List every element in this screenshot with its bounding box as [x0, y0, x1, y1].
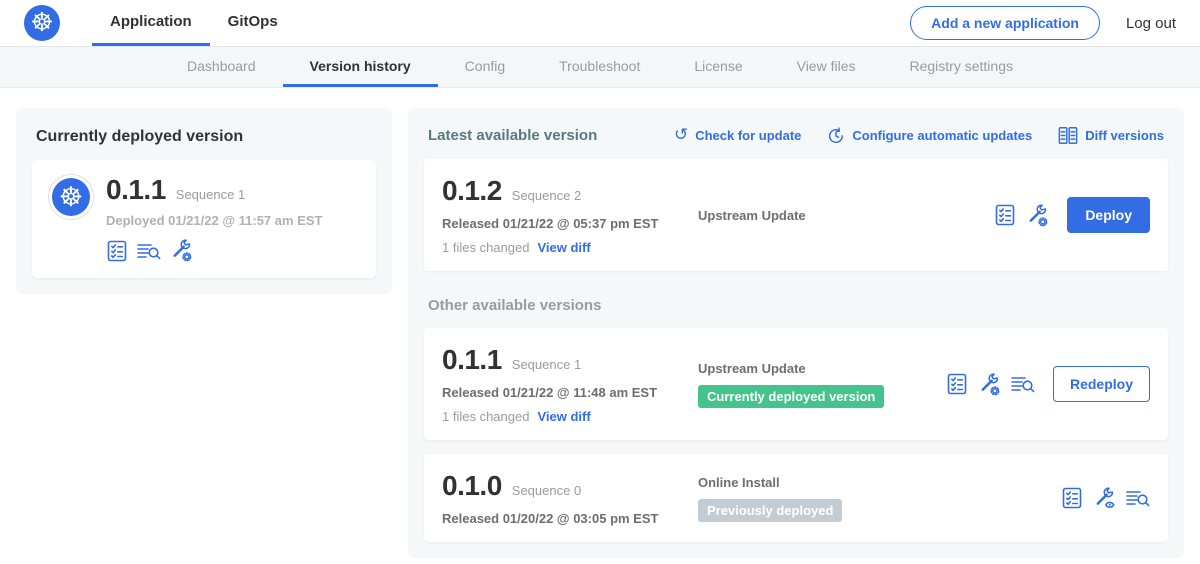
- check-for-update-link[interactable]: ↺ Check for update: [674, 127, 801, 144]
- version-card-0-1-2: 0.1.2 Sequence 2 Released 01/21/22 @ 05:…: [424, 159, 1168, 271]
- view-diff-link[interactable]: View diff: [537, 409, 590, 424]
- tab-license-label: License: [694, 58, 742, 74]
- topnav-tab-application-label: Application: [110, 13, 192, 30]
- files-changed-count: 1 files changed: [442, 409, 529, 424]
- released-timestamp: Released 01/21/22 @ 11:48 am EST: [442, 385, 698, 400]
- version-card-0-1-0: 0.1.0 Sequence 0 Released 01/20/22 @ 03:…: [424, 454, 1168, 542]
- view-diff-link[interactable]: View diff: [537, 240, 590, 255]
- app-icon: ☸: [48, 174, 94, 220]
- tab-troubleshoot[interactable]: Troubleshoot: [532, 47, 667, 87]
- preflight-checklist-icon[interactable]: [946, 373, 968, 395]
- deployed-sequence-label: Sequence 1: [176, 187, 245, 202]
- released-timestamp: Released 01/20/22 @ 03:05 pm EST: [442, 511, 698, 526]
- tab-dashboard-label: Dashboard: [187, 58, 256, 74]
- sequence-label: Sequence 0: [512, 483, 581, 498]
- clock-refresh-icon: [827, 127, 845, 145]
- wrench-config-gear-icon[interactable]: [1026, 204, 1049, 227]
- currently-deployed-panel: Currently deployed version ☸ 0.1.1 Seque…: [16, 108, 392, 294]
- redeploy-button[interactable]: Redeploy: [1053, 366, 1150, 402]
- configure-automatic-updates-label: Configure automatic updates: [852, 128, 1032, 143]
- preflight-checklist-icon[interactable]: [994, 204, 1016, 226]
- tab-config[interactable]: Config: [438, 47, 532, 87]
- latest-available-version-title: Latest available version: [428, 127, 597, 144]
- version-source-label: Upstream Update: [698, 361, 946, 376]
- refresh-arrow-icon: ↺: [674, 127, 688, 144]
- previously-deployed-badge: Previously deployed: [698, 499, 842, 522]
- deploy-logs-icon[interactable]: [1126, 487, 1150, 509]
- topnav-spacer: [296, 0, 910, 46]
- configure-automatic-updates-link[interactable]: Configure automatic updates: [827, 127, 1032, 145]
- version-source-label: Online Install: [698, 475, 1061, 490]
- wrench-config-eye-icon[interactable]: [1093, 487, 1116, 510]
- wrench-config-gear-icon[interactable]: [170, 239, 193, 262]
- diff-versions-label: Diff versions: [1085, 128, 1164, 143]
- topnav-tab-application[interactable]: Application: [92, 0, 210, 46]
- currently-deployed-title: Currently deployed version: [36, 128, 372, 146]
- version-source-label: Upstream Update: [698, 208, 994, 223]
- released-timestamp: Released 01/21/22 @ 05:37 pm EST: [442, 216, 698, 231]
- currently-deployed-badge: Currently deployed version: [698, 385, 884, 408]
- topnav-tab-gitops[interactable]: GitOps: [210, 0, 296, 46]
- version-number: 0.1.1: [442, 344, 502, 376]
- top-nav: ☸ Application GitOps Add a new applicati…: [0, 0, 1200, 47]
- deploy-logs-icon[interactable]: [1011, 373, 1035, 395]
- sequence-label: Sequence 1: [512, 357, 581, 372]
- tab-version-history[interactable]: Version history: [283, 47, 438, 87]
- deployed-timestamp: Deployed 01/21/22 @ 11:57 am EST: [106, 213, 322, 228]
- deployed-version-card: ☸ 0.1.1 Sequence 1 Deployed 01/21/22 @ 1…: [32, 160, 376, 278]
- tab-dashboard[interactable]: Dashboard: [160, 47, 283, 87]
- tab-registry-settings-label: Registry settings: [910, 58, 1013, 74]
- app-logo: ☸: [24, 0, 60, 46]
- kubernetes-logo-icon: ☸: [24, 5, 60, 41]
- deploy-button[interactable]: Deploy: [1067, 197, 1150, 233]
- tab-troubleshoot-label: Troubleshoot: [559, 58, 640, 74]
- logout-link[interactable]: Log out: [1126, 0, 1176, 46]
- wrench-config-gear-icon[interactable]: [978, 373, 1001, 396]
- main-content: Currently deployed version ☸ 0.1.1 Seque…: [0, 88, 1200, 564]
- tab-config-label: Config: [465, 58, 505, 74]
- tab-license[interactable]: License: [667, 47, 769, 87]
- version-number: 0.1.2: [442, 175, 502, 207]
- version-history-panel: Latest available version ↺ Check for upd…: [408, 108, 1184, 558]
- add-application-button[interactable]: Add a new application: [910, 6, 1100, 40]
- tab-view-files[interactable]: View files: [770, 47, 883, 87]
- diff-versions-link[interactable]: Diff versions: [1058, 126, 1164, 145]
- preflight-checklist-icon[interactable]: [1061, 487, 1083, 509]
- app-sub-nav: Dashboard Version history Config Trouble…: [0, 47, 1200, 88]
- tab-version-history-label: Version history: [310, 58, 411, 74]
- deployed-version-number: 0.1.1: [106, 174, 166, 206]
- preflight-checklist-icon[interactable]: [106, 240, 128, 262]
- kubernetes-logo-icon: ☸: [52, 178, 90, 216]
- check-for-update-label: Check for update: [695, 128, 801, 143]
- topnav-tab-gitops-label: GitOps: [228, 13, 278, 30]
- version-card-0-1-1: 0.1.1 Sequence 1 Released 01/21/22 @ 11:…: [424, 328, 1168, 440]
- deploy-logs-icon[interactable]: [137, 240, 161, 262]
- other-available-versions-title: Other available versions: [428, 297, 1164, 314]
- diff-columns-icon: [1058, 126, 1078, 145]
- files-changed-count: 1 files changed: [442, 240, 529, 255]
- tab-view-files-label: View files: [797, 58, 856, 74]
- tab-registry-settings[interactable]: Registry settings: [883, 47, 1040, 87]
- sequence-label: Sequence 2: [512, 188, 581, 203]
- version-number: 0.1.0: [442, 470, 502, 502]
